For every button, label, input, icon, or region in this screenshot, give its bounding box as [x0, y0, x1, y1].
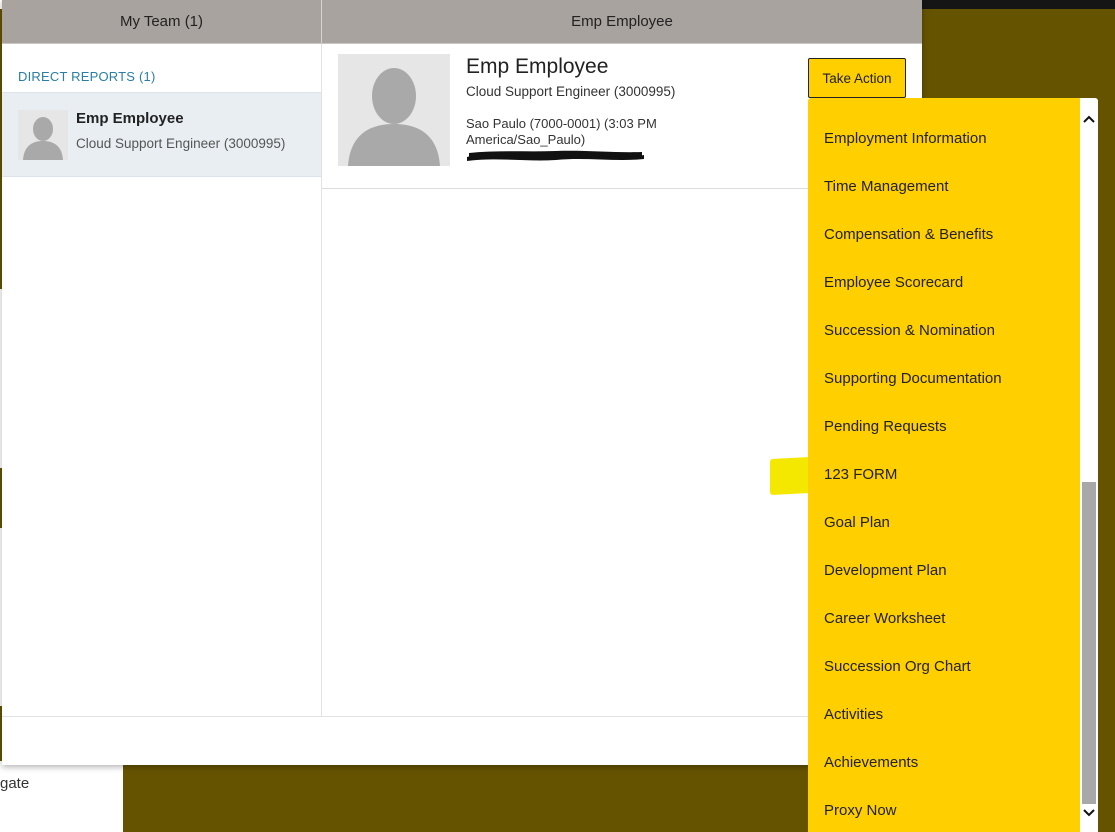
- employee-name: Emp Employee: [466, 55, 609, 78]
- take-action-button[interactable]: Take Action: [808, 58, 906, 98]
- team-member-row[interactable]: Emp Employee Cloud Support Engineer (300…: [2, 92, 321, 177]
- menu-scrollbar[interactable]: [1080, 98, 1098, 832]
- menu-item-123-form[interactable]: 123 FORM: [824, 464, 897, 486]
- scroll-thumb[interactable]: [1082, 482, 1096, 804]
- employee-header-title: Emp Employee: [571, 13, 673, 30]
- menu-item-pending-requests[interactable]: Pending Requests: [824, 416, 947, 438]
- menu-item-proxy-now[interactable]: Proxy Now: [824, 800, 897, 822]
- redacted-email: [466, 148, 646, 162]
- menu-item-time-management[interactable]: Time Management: [824, 176, 949, 198]
- menu-item-employment-information[interactable]: Employment Information: [824, 128, 987, 150]
- direct-reports-label: DIRECT REPORTS (1): [18, 69, 156, 84]
- person-silhouette-icon: [338, 54, 450, 166]
- menu-item-succession-nomination[interactable]: Succession & Nomination: [824, 320, 995, 342]
- menu-item-career-worksheet[interactable]: Career Worksheet: [824, 608, 945, 630]
- team-member-title: Cloud Support Engineer (3000995): [76, 136, 286, 151]
- menu-item-achievements[interactable]: Achievements: [824, 752, 918, 774]
- team-member-name: Emp Employee: [76, 110, 184, 127]
- profile-photo: [338, 54, 450, 166]
- employee-location: Sao Paulo (7000-0001) (3:03 PM America/S…: [466, 116, 657, 147]
- my-team-header: My Team (1): [2, 0, 322, 44]
- dialog-footer-divider: [2, 716, 922, 717]
- take-action-menu: Employment Information Time Management C…: [808, 98, 1098, 832]
- highlight-mark: [770, 456, 810, 496]
- menu-item-compensation-benefits[interactable]: Compensation & Benefits: [824, 224, 993, 246]
- scroll-up-arrow-icon[interactable]: [1082, 112, 1096, 126]
- menu-item-goal-plan[interactable]: Goal Plan: [824, 512, 890, 534]
- menu-item-employee-scorecard[interactable]: Employee Scorecard: [824, 272, 963, 294]
- employee-dialog: My Team (1) Emp Employee DIRECT REPORTS …: [2, 0, 922, 765]
- menu-item-activities[interactable]: Activities: [824, 704, 883, 726]
- my-team-title: My Team (1): [119, 13, 204, 30]
- team-list-pane: DIRECT REPORTS (1) Emp Employee Cloud Su…: [2, 44, 322, 716]
- avatar: [18, 110, 68, 160]
- menu-item-supporting-documentation[interactable]: Supporting Documentation: [824, 368, 1002, 390]
- menu-item-succession-org-chart[interactable]: Succession Org Chart: [824, 656, 971, 678]
- menu-item-development-plan[interactable]: Development Plan: [824, 560, 947, 582]
- scroll-down-arrow-icon[interactable]: [1082, 806, 1096, 820]
- employee-title: Cloud Support Engineer (3000995): [466, 84, 676, 99]
- person-silhouette-icon: [18, 110, 68, 160]
- background-text: gate: [0, 775, 30, 792]
- employee-header: Emp Employee: [322, 0, 922, 44]
